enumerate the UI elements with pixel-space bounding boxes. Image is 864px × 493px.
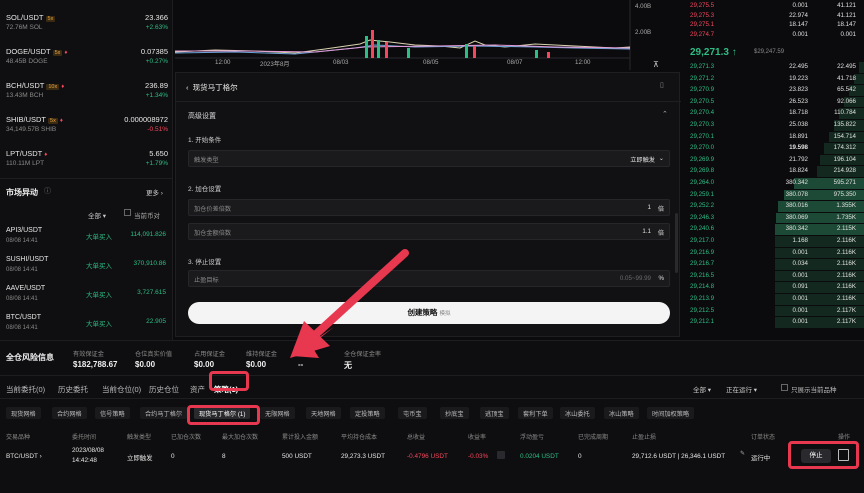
- annotation-arrow: [290, 249, 409, 358]
